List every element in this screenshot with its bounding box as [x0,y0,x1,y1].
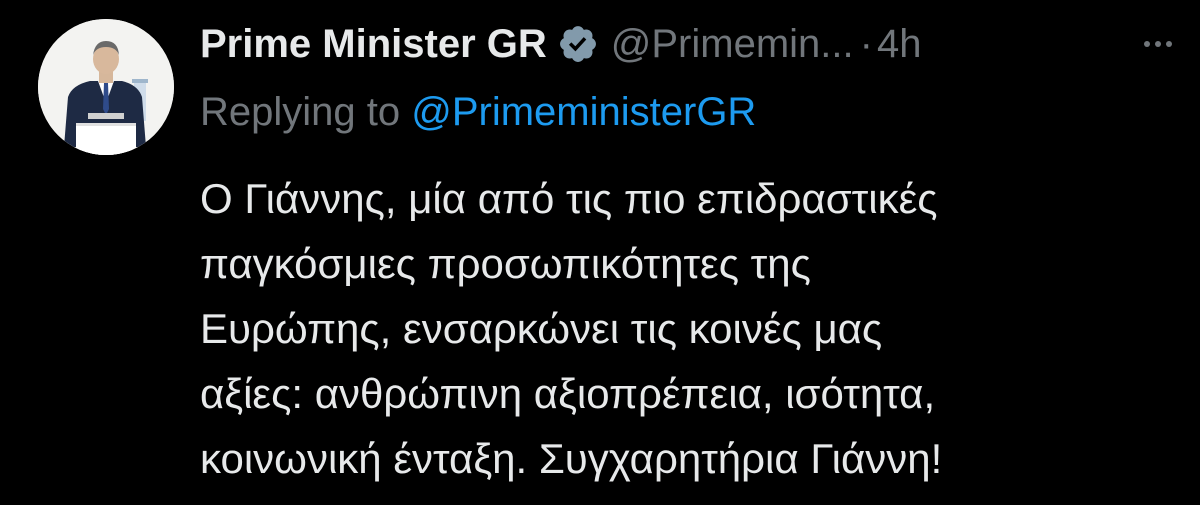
user-handle[interactable]: @Primemin... [611,14,854,74]
tweet-text-line: κοινωνική ένταξη. Συγχαρητήρια Γιάννη! [200,435,943,482]
tweet-text-line: Ο Γιάννης, μία από τις πιο επιδραστικές [200,175,938,222]
dot-icon [1166,41,1172,47]
replying-to-label: Replying to [200,90,412,134]
verified-badge-icon [557,23,599,65]
tweet-text-line: Ευρώπης, ενσαρκώνει τις κοινές μας [200,305,883,352]
tweet-text-line: αξίες: ανθρώπινη αξιοπρέπεια, ισότητα, [200,370,936,417]
display-name[interactable]: Prime Minister GR [200,14,547,74]
dot-icon [1155,41,1161,47]
tweet-text: Ο Γιάννης, μία από τις πιο επιδραστικές … [200,166,1190,491]
separator-dot: · [859,22,873,66]
tweet-text-line: παγκόσμιες προσωπικότητες της [200,240,811,287]
avatar[interactable] [38,19,174,155]
more-options-icon[interactable] [1138,14,1178,74]
timestamp[interactable]: 4h [877,14,922,74]
reply-mention-link[interactable]: @PrimeministerGR [411,90,756,134]
tweet-header: Prime Minister GR @Primemin... · 4h [200,14,1190,74]
replying-to: Replying to @PrimeministerGR [200,82,756,142]
dot-icon [1144,41,1150,47]
tweet[interactable]: Prime Minister GR @Primemin... · 4h Repl… [0,0,1200,505]
